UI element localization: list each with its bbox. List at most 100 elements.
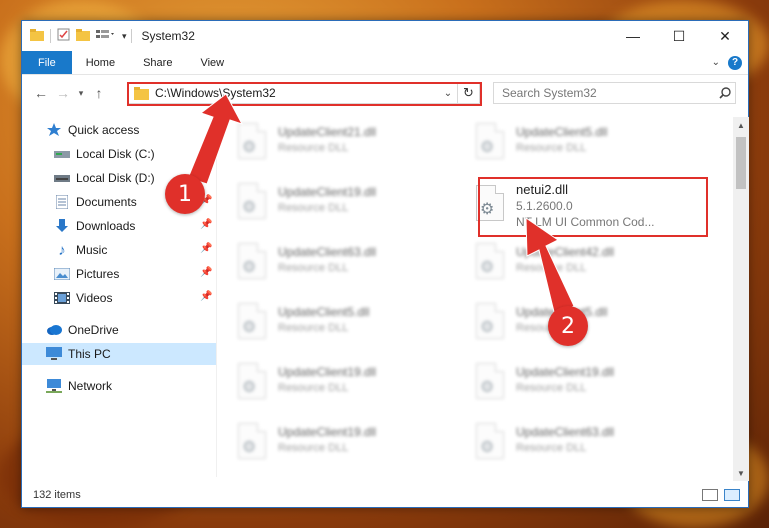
sidebar-item-downloads[interactable]: Downloads	[54, 215, 135, 237]
ribbon-help-area: ⌄ ?	[712, 51, 748, 74]
pane-divider	[216, 117, 217, 477]
dll-file-icon: ⚙	[234, 423, 270, 467]
window-title: System32	[141, 29, 195, 43]
scroll-down-icon[interactable]: ▼	[733, 465, 749, 481]
search-input[interactable]: Search System32	[493, 82, 736, 104]
file-description: Resource DLL	[516, 262, 587, 274]
sidebar-item-documents[interactable]: Documents	[54, 191, 137, 213]
file-highlight-box	[478, 177, 708, 237]
back-button[interactable]: ←	[30, 81, 52, 105]
ribbon-tabs: File Home Share View ⌄ ?	[22, 51, 748, 75]
scroll-up-icon[interactable]: ▲	[733, 117, 749, 133]
file-name: UpdateClient63.dll	[516, 425, 615, 439]
window-controls: — ☐ ✕	[610, 21, 748, 51]
file-description: Resource DLL	[516, 442, 587, 454]
navigation-pane: Quick access Local Disk (C:) Local Disk …	[22, 117, 216, 477]
dll-file-icon: ⚙	[472, 423, 508, 467]
file-description: Resource DLL	[516, 382, 587, 394]
new-folder-icon[interactable]	[76, 28, 90, 44]
chevron-down-icon[interactable]: ▾	[122, 31, 127, 42]
search-icon[interactable]	[715, 87, 735, 99]
sidebar-item-local-disk-d[interactable]: Local Disk (D:)	[54, 167, 155, 189]
scroll-thumb[interactable]	[736, 137, 746, 189]
recent-locations-button[interactable]: ▾	[74, 81, 88, 105]
downloads-icon	[54, 218, 70, 234]
list-item[interactable]: ⚙ UpdateClient5.dll Resource DLL	[456, 119, 686, 169]
file-list: ⚙ UpdateClient21.dll Resource DLL ⚙ Updat…	[218, 117, 732, 479]
sidebar-item-quick-access[interactable]: Quick access	[46, 119, 139, 141]
list-item[interactable]: ⚙ UpdateClient19.dll Resource DLL	[218, 419, 448, 469]
list-item[interactable]: ⚙ UpdateClient63.dll Resource DLL	[218, 239, 448, 289]
view-switcher	[702, 489, 748, 501]
sidebar-item-label: Videos	[76, 291, 113, 305]
file-description: Resource DLL	[516, 142, 587, 154]
network-icon	[46, 378, 62, 394]
customize-toolbar-icon[interactable]	[96, 29, 116, 44]
search-placeholder: Search System32	[502, 86, 597, 100]
pin-icon[interactable]: 📌	[200, 291, 212, 302]
star-icon	[46, 122, 62, 138]
pin-icon[interactable]: 📌	[200, 219, 212, 230]
sidebar-item-label: This PC	[68, 347, 111, 361]
tab-file[interactable]: File	[22, 51, 72, 74]
file-name: UpdateClient19.dll	[278, 365, 377, 379]
file-description: Resource DLL	[278, 202, 349, 214]
vertical-scrollbar[interactable]: ▲ ▼	[733, 117, 749, 481]
sidebar-item-label: Network	[68, 379, 113, 393]
list-item[interactable]: ⚙ UpdateClient63.dll Resource DLL	[456, 419, 686, 469]
tab-home[interactable]: Home	[72, 51, 129, 74]
pin-icon[interactable]: 📌	[200, 243, 212, 254]
sidebar-item-label: Quick access	[68, 123, 140, 137]
dll-file-icon: ⚙	[472, 363, 508, 407]
sidebar-item-pictures[interactable]: Pictures	[54, 263, 119, 285]
details-view-icon[interactable]	[702, 489, 718, 501]
file-description: Resource DLL	[278, 142, 349, 154]
forward-button[interactable]: →	[52, 81, 74, 105]
tab-view[interactable]: View	[186, 51, 238, 74]
pictures-icon	[54, 266, 70, 282]
quick-access-toolbar: ▾	[22, 28, 127, 44]
list-item[interactable]: ⚙ UpdateClient42.dll Resource DLL	[456, 239, 686, 289]
drive-icon	[54, 146, 70, 162]
status-bar: 132 items	[22, 483, 748, 507]
title-divider	[130, 29, 132, 43]
videos-icon	[54, 290, 70, 306]
sidebar-item-label: OneDrive	[68, 323, 119, 337]
computer-icon	[46, 346, 62, 362]
list-item[interactable]: ⚙ UpdateClient5.dll Resource DLL	[218, 299, 448, 349]
dll-file-icon: ⚙	[234, 243, 270, 287]
maximize-button[interactable]: ☐	[656, 21, 702, 51]
sidebar-item-videos[interactable]: Videos	[54, 287, 112, 309]
dll-file-icon: ⚙	[234, 183, 270, 227]
sidebar-item-music[interactable]: ♪ Music	[54, 239, 107, 261]
title-bar: ▾ System32 — ☐ ✕	[22, 21, 748, 51]
list-item[interactable]: ⚙ UpdateClient19.dll Resource DLL	[456, 359, 686, 409]
tab-share[interactable]: Share	[129, 51, 186, 74]
large-icons-view-icon[interactable]	[724, 489, 740, 501]
sidebar-item-network[interactable]: Network	[46, 375, 112, 397]
up-button[interactable]: ↑	[88, 81, 110, 105]
file-description: Resource DLL	[278, 262, 349, 274]
expand-ribbon-icon[interactable]: ⌄	[712, 57, 720, 68]
documents-icon	[54, 194, 70, 210]
file-name: UpdateClient42.dll	[516, 245, 615, 259]
file-name: UpdateClient5.dll	[516, 125, 608, 139]
file-name: UpdateClient63.dll	[278, 245, 377, 259]
minimize-button[interactable]: —	[610, 21, 656, 51]
sidebar-item-label: Downloads	[76, 219, 136, 233]
list-item[interactable]: ⚙ UpdateClient21.dll Resource DLL	[218, 119, 448, 169]
dll-file-icon: ⚙	[234, 363, 270, 407]
file-name: UpdateClient19.dll	[278, 425, 377, 439]
folder-icon	[30, 28, 44, 44]
sidebar-item-onedrive[interactable]: OneDrive	[46, 319, 119, 341]
list-item[interactable]: ⚙ UpdateClient19.dll Resource DLL	[218, 179, 448, 229]
help-icon[interactable]: ?	[728, 55, 742, 70]
pin-icon[interactable]: 📌	[200, 267, 212, 278]
music-icon: ♪	[58, 241, 66, 259]
sidebar-item-this-pc[interactable]: This PC	[22, 343, 216, 365]
list-item[interactable]: ⚙ UpdateClient19.dll Resource DLL	[218, 359, 448, 409]
file-name: UpdateClient19.dll	[516, 365, 615, 379]
close-button[interactable]: ✕	[702, 21, 748, 51]
sidebar-item-local-disk-c[interactable]: Local Disk (C:)	[54, 143, 155, 165]
properties-icon[interactable]	[57, 28, 70, 44]
